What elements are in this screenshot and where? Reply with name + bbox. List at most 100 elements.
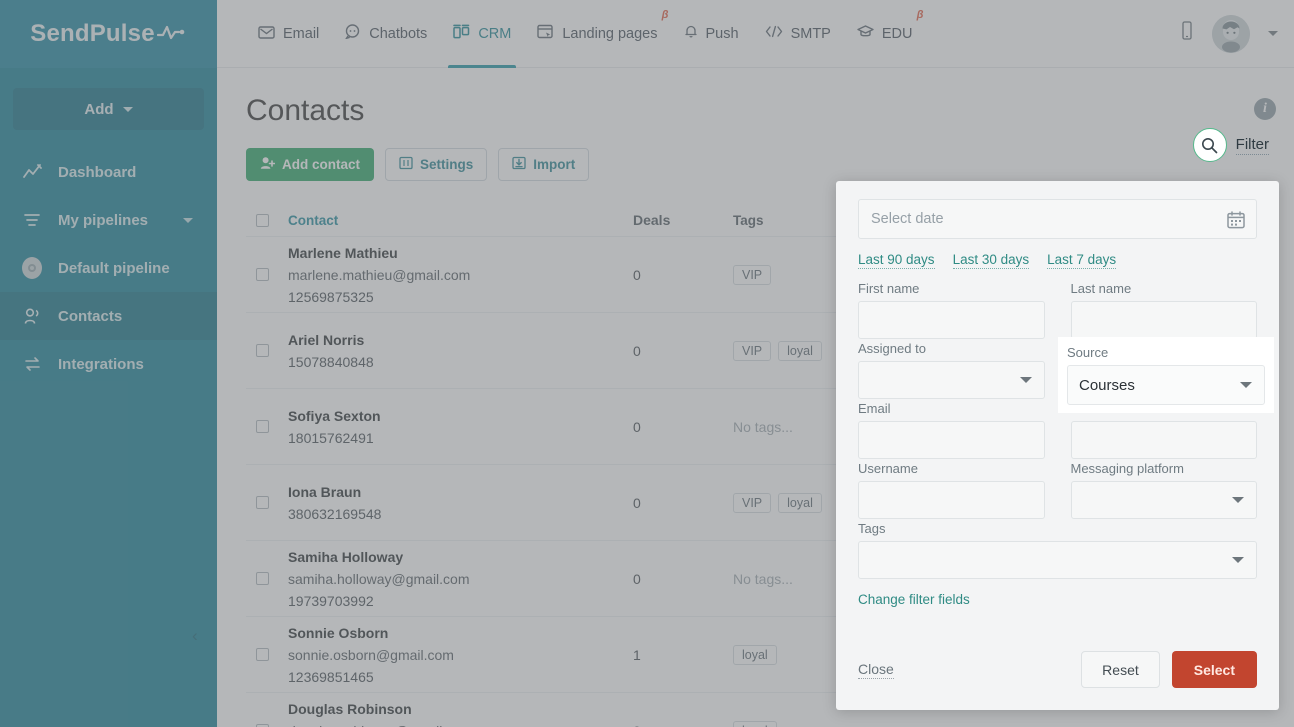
quick-date-7[interactable]: Last 7 days — [1047, 252, 1117, 269]
column-header-deals[interactable]: Deals — [633, 212, 733, 228]
search-icon — [1192, 128, 1227, 162]
filter-text-input[interactable] — [858, 481, 1045, 519]
content-toolbar: Add contact Settings Import — [246, 148, 1264, 181]
tab-label: CRM — [478, 25, 512, 42]
tab-email[interactable]: Email — [245, 0, 332, 68]
sidebar-item-my-pipelines[interactable]: My pipelines — [0, 196, 217, 244]
filter-select[interactable] — [858, 541, 1257, 579]
tab-chatbots[interactable]: Chatbots — [332, 0, 440, 68]
tab-smtp[interactable]: SMTP — [752, 0, 844, 68]
tab-landing-pages[interactable]: Landing pages β — [524, 0, 670, 68]
row-checkbox[interactable] — [255, 572, 269, 585]
quick-date-90[interactable]: Last 90 days — [858, 252, 935, 269]
select-all-checkbox[interactable] — [255, 213, 269, 227]
row-checkbox[interactable] — [255, 496, 269, 509]
contact-cell: Douglas Robinson douglas.robinson@gmail.c… — [278, 698, 633, 727]
pulse-wave-icon — [156, 23, 187, 46]
source-select[interactable]: Courses — [1067, 365, 1265, 405]
filter-field-label: First name — [858, 281, 920, 296]
filter-panel-footer: Close Reset Select — [858, 651, 1257, 688]
chevron-down-icon[interactable] — [1268, 31, 1278, 36]
tag-chip[interactable]: loyal — [778, 492, 822, 513]
close-link[interactable]: Close — [858, 661, 894, 679]
tag-chip[interactable]: VIP — [733, 340, 772, 361]
sidebar-logo[interactable]: SendPulse — [0, 0, 217, 68]
logo-text: SendPulse — [30, 20, 155, 47]
contact-phone: 19739703992 — [288, 592, 374, 609]
bell-icon — [684, 24, 698, 43]
no-tags-placeholder: No tags... — [733, 418, 793, 435]
row-checkbox[interactable] — [255, 420, 269, 433]
calendar-icon[interactable] — [1227, 211, 1245, 233]
row-checkbox[interactable] — [255, 268, 269, 281]
chat-bubble-icon — [345, 24, 361, 43]
import-button[interactable]: Import — [498, 148, 590, 181]
settings-label: Settings — [420, 157, 474, 172]
page-title: Contacts — [246, 94, 365, 127]
date-range-input[interactable]: Select date — [858, 199, 1257, 239]
filter-toggle[interactable]: Filter — [1192, 128, 1269, 162]
contact-phone: 12369851465 — [288, 668, 374, 685]
tag-chip[interactable]: VIP — [733, 492, 772, 513]
column-header-contact[interactable]: Contact — [278, 213, 633, 228]
chevron-down-icon[interactable] — [183, 217, 193, 223]
filter-select[interactable] — [858, 361, 1045, 399]
tab-edu[interactable]: EDU β — [844, 0, 926, 68]
filter-text-input[interactable] — [858, 301, 1045, 339]
sidebar-item-default-pipeline[interactable]: Default pipeline — [0, 244, 217, 292]
tag-chip[interactable]: loyal — [733, 644, 777, 665]
contact-email: sonnie.osborn@gmail.com — [288, 646, 454, 663]
filter-field: Assigned to — [858, 341, 1058, 399]
sidebar-item-label: Contacts — [58, 307, 123, 325]
add-contact-button[interactable]: Add contact — [246, 148, 375, 181]
sidebar-item-contacts[interactable]: Contacts — [0, 292, 217, 340]
tab-crm[interactable]: CRM — [440, 0, 524, 68]
contact-name: Marlene Mathieu — [288, 244, 398, 261]
settings-button[interactable]: Settings — [385, 148, 488, 181]
filter-text-input[interactable] — [1070, 421, 1257, 459]
row-checkbox[interactable] — [255, 344, 269, 357]
sidebar-item-label: Default pipeline — [58, 259, 170, 277]
mobile-phone-icon[interactable] — [1180, 21, 1194, 46]
code-brackets-icon — [765, 25, 783, 42]
select-button[interactable]: Select — [1171, 651, 1257, 688]
chevron-down-icon — [1232, 497, 1244, 503]
tag-chip[interactable]: loyal — [778, 340, 822, 361]
beta-badge: β — [661, 8, 669, 21]
reset-button[interactable]: Reset — [1081, 651, 1160, 688]
tab-label: EDU — [881, 25, 913, 42]
change-filter-fields-link[interactable]: Change filter fields — [858, 592, 1257, 607]
avatar[interactable] — [1212, 14, 1250, 53]
deals-cell: 0 — [633, 418, 641, 435]
sidebar: SendPulse Add Dashboard My pipelines Def… — [0, 0, 217, 727]
tag-chip[interactable]: loyal — [733, 720, 777, 727]
info-circle-icon[interactable]: i — [1254, 98, 1276, 120]
filter-select[interactable] — [1070, 481, 1257, 519]
contact-name: Douglas Robinson — [288, 700, 412, 717]
filter-text-input[interactable] — [1070, 301, 1257, 339]
tag-chip[interactable]: VIP — [733, 264, 772, 285]
graduation-cap-icon — [857, 24, 874, 43]
sidebar-item-integrations[interactable]: Integrations — [0, 340, 217, 388]
reset-label: Reset — [1102, 661, 1139, 678]
row-checkbox[interactable] — [255, 648, 269, 661]
filter-field-label: Email — [858, 401, 891, 416]
chart-line-icon — [22, 164, 42, 180]
filter-field: Tags — [858, 521, 1257, 579]
filter-panel: Select date Last 90 days Last 30 days La… — [836, 181, 1279, 710]
row-checkbox-cell — [246, 648, 278, 661]
contact-phone: 18015762491 — [288, 429, 374, 446]
tab-label: Push — [705, 25, 739, 42]
add-button-label: Add — [84, 100, 114, 118]
sidebar-item-dashboard[interactable]: Dashboard — [0, 148, 217, 196]
quick-date-30[interactable]: Last 30 days — [952, 252, 1030, 269]
contact-phone: 12569875325 — [288, 288, 374, 305]
sidebar-collapse-chevron-left-icon[interactable]: ‹ — [192, 626, 212, 646]
deals-cell: 0 — [633, 494, 641, 511]
tab-push[interactable]: Push — [671, 0, 752, 68]
contact-cell: Sonnie Osborn sonnie.osborn@gmail.com 1236… — [278, 622, 633, 688]
sidebar-item-label: My pipelines — [58, 211, 149, 229]
add-button[interactable]: Add — [13, 88, 204, 130]
filter-field-label: Username — [858, 461, 918, 476]
filter-text-input[interactable] — [858, 421, 1045, 459]
